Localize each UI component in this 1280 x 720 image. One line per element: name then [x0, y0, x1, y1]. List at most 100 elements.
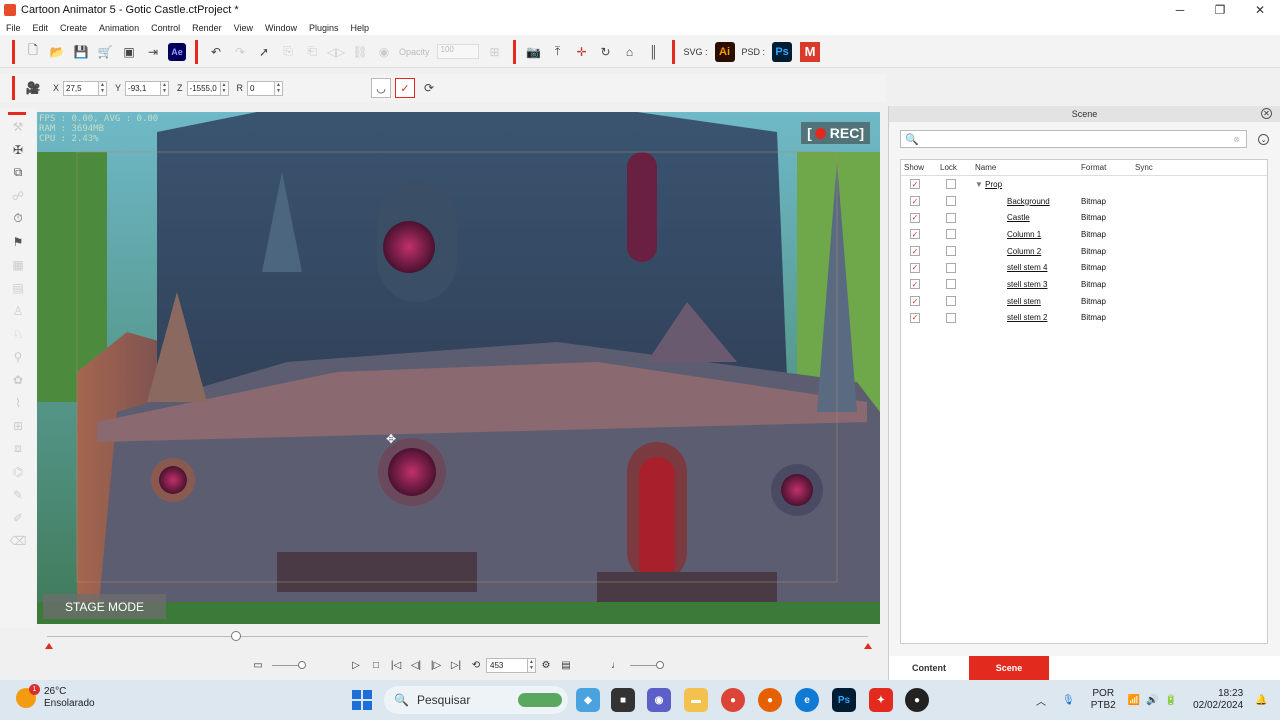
group-name[interactable]: Prop [985, 180, 1002, 189]
column-format[interactable]: Format [1076, 163, 1130, 172]
play-icon[interactable]: ▷ [348, 657, 364, 673]
save-icon[interactable]: 💾 [71, 42, 91, 62]
scene-group-row[interactable]: ✓ ✓ ▼ Prop [901, 176, 1267, 193]
stage-viewport[interactable]: FPS : 0.00, AVG : 0.00 RAM : 3694MB CPU … [37, 112, 880, 624]
audio-icon[interactable]: ♩ [608, 657, 624, 673]
transform-icon[interactable]: ✛ [572, 42, 592, 62]
new-project-icon[interactable]: 🗋 [23, 42, 43, 62]
menu-view[interactable]: View [234, 23, 253, 33]
y-spinner[interactable]: ▲ ▼ [161, 80, 170, 96]
settings-icon[interactable]: ⚙ [538, 657, 554, 673]
show-checkbox[interactable]: ✓ [910, 179, 920, 190]
cartoon-animator-app-icon[interactable]: ✦ [869, 688, 893, 712]
slider-knob[interactable] [298, 660, 306, 669]
menu-window[interactable]: Window [265, 23, 297, 33]
warp-tool-icon[interactable]: ⊞ [0, 414, 36, 437]
show-checkbox[interactable]: ✓ [910, 312, 920, 323]
last-frame-icon[interactable]: ▷| [448, 657, 464, 673]
menu-control[interactable]: Control [151, 23, 180, 33]
layer-tool-icon[interactable]: ▤ [0, 276, 36, 299]
pose-tool-icon[interactable]: ⚲ [0, 345, 36, 368]
close-panel-icon[interactable]: ✕ [1261, 108, 1272, 119]
lock-checkbox[interactable]: ✓ [946, 296, 956, 307]
close-button[interactable]: ✕ [1240, 0, 1280, 20]
loop-icon[interactable]: ⟳ [419, 78, 439, 98]
visibility-icon[interactable]: ◉ [374, 42, 394, 62]
battery-icon[interactable]: 🔋 [1165, 695, 1177, 706]
speed-icon[interactable]: ▭ [250, 657, 266, 673]
column-lock[interactable]: Lock [935, 163, 970, 172]
scene-search-input[interactable]: 🔍 ⊗ [900, 130, 1247, 148]
rotate-icon[interactable]: ↻ [596, 42, 616, 62]
camera-view-icon[interactable]: 🎥 [23, 78, 43, 98]
frame-spinner[interactable]: ▲ ▼ [528, 657, 536, 673]
prev-frame-icon[interactable]: ◁| [408, 657, 424, 673]
scene-item-row[interactable]: ✓ ✓ stell stem 2 Bitmap [901, 310, 1267, 327]
notifications-icon[interactable]: 🔔 [1255, 695, 1267, 706]
scene-item-row[interactable]: ✓ ✓ Column 2 Bitmap [901, 243, 1267, 260]
first-frame-icon[interactable]: |◁ [388, 657, 404, 673]
open-project-icon[interactable]: 📂 [47, 42, 67, 62]
marketplace-icon[interactable]: M [800, 41, 821, 62]
puppet-tool-icon[interactable]: ⚑ [0, 230, 36, 253]
item-name[interactable]: Castle [1007, 213, 1030, 222]
deform-tool-icon[interactable]: ⌬ [0, 460, 36, 483]
timeline-toggle-icon[interactable]: ▤ [558, 657, 574, 673]
lock-checkbox[interactable]: ✓ [946, 196, 956, 207]
group-tool-icon[interactable]: ⧈ [0, 437, 36, 460]
timeline-scrubber[interactable] [37, 628, 880, 650]
align-icon[interactable]: ⊞ [485, 42, 505, 62]
volume-slider[interactable] [630, 660, 664, 669]
lock-checkbox[interactable]: ✓ [946, 312, 956, 323]
clear-search-icon[interactable]: ⊗ [1233, 135, 1240, 144]
timeline-icon[interactable]: ║ [644, 42, 664, 62]
z-spinner[interactable]: ▲ ▼ [220, 80, 229, 96]
search-options-icon[interactable]: ⌄ [1258, 134, 1269, 145]
spring-tool-icon[interactable]: ⌇ [0, 391, 36, 414]
tab-scene[interactable]: Scene [969, 656, 1049, 680]
run-tool-icon[interactable]: ♘ [0, 322, 36, 345]
show-checkbox[interactable]: ✓ [910, 246, 920, 257]
microphone-icon[interactable]: 🎙 [1062, 695, 1075, 706]
next-frame-icon[interactable]: |▷ [428, 657, 444, 673]
menu-edit[interactable]: Edit [33, 23, 49, 33]
tray-chevron-icon[interactable]: ︿ [1036, 693, 1046, 708]
show-checkbox[interactable]: ✓ [910, 262, 920, 273]
firefox-app-icon[interactable]: ● [758, 688, 782, 712]
slider-knob[interactable] [656, 660, 664, 669]
maximize-button[interactable]: ❐ [1200, 0, 1240, 20]
menu-render[interactable]: Render [192, 23, 222, 33]
photoshop-icon[interactable]: Ps [772, 41, 793, 62]
photoshop-app-icon[interactable]: Ps [832, 688, 856, 712]
copilot-app-icon[interactable]: ◆ [576, 688, 600, 712]
r-spinner[interactable]: ▲ ▼ [275, 80, 284, 96]
menu-plugins[interactable]: Plugins [309, 23, 339, 33]
item-name[interactable]: Column 2 [1007, 247, 1041, 256]
windows-start-icon[interactable] [352, 690, 372, 710]
item-name[interactable]: Column 1 [1007, 230, 1041, 239]
lock-checkbox[interactable]: ✓ [946, 212, 956, 223]
ease-out-icon[interactable]: ✓ [395, 78, 416, 98]
camera-icon[interactable]: 📷 [524, 42, 544, 62]
scene-item-row[interactable]: ✓ ✓ Background Bitmap [901, 193, 1267, 210]
motion-tool-icon[interactable]: ☍ [0, 184, 36, 207]
copy-icon[interactable]: ⎘ [278, 42, 298, 62]
item-name[interactable]: stell stem [1007, 297, 1041, 306]
record-indicator[interactable]: [ REC ] [801, 122, 870, 144]
scene-item-row[interactable]: ✓ ✓ stell stem Bitmap [901, 293, 1267, 310]
brush-tool-icon[interactable]: ✐ [0, 506, 36, 529]
lock-checkbox[interactable]: ✓ [946, 179, 956, 190]
column-sync[interactable]: Sync [1130, 163, 1190, 172]
flip-icon[interactable]: ◁▷ [326, 42, 346, 62]
timer-tool-icon[interactable]: ⏱ [0, 207, 36, 230]
x-spinner[interactable]: ▲ ▼ [99, 80, 108, 96]
expand-triangle-icon[interactable]: ▼ [975, 180, 985, 189]
explorer-app-icon[interactable]: ▬ [684, 688, 708, 712]
export-icon[interactable]: ⇥ [143, 42, 163, 62]
z-input[interactable]: -1555,0 [186, 80, 221, 96]
lock-checkbox[interactable]: ✓ [946, 279, 956, 290]
ease-in-icon[interactable]: ◡ [371, 78, 392, 98]
menu-animation[interactable]: Animation [99, 23, 139, 33]
stage-mode-button[interactable]: STAGE MODE [43, 594, 166, 619]
show-checkbox[interactable]: ✓ [910, 229, 920, 240]
